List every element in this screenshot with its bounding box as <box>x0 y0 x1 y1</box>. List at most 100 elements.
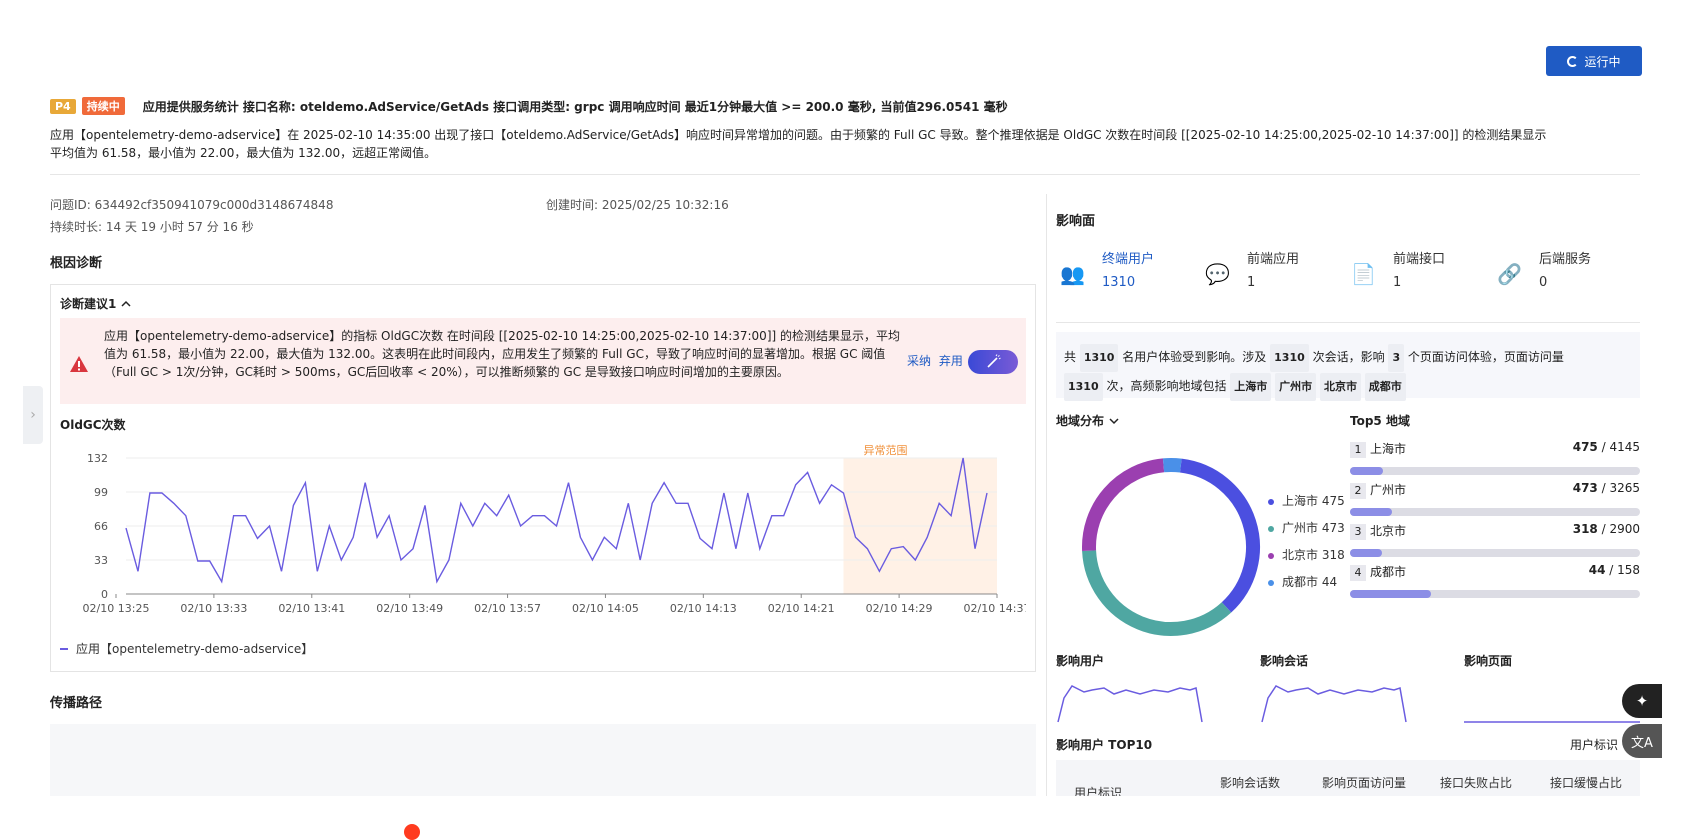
summary-text: 个页面访问体验，页面访问量 <box>1408 350 1564 364</box>
suggestion-title: 诊断建议1 <box>60 295 116 312</box>
desc-line-2: 平均值为 61.58，最小值为 22.00，最大值为 132.00，远超正常阈值… <box>50 144 1640 162</box>
top5-row: 1上海市475 / 4145 <box>1350 440 1640 458</box>
region-name: 北京市 <box>1370 524 1406 538</box>
donut-slice <box>1089 465 1164 550</box>
progress-track <box>1350 508 1640 516</box>
alert-actions: 采纳 弃用 <box>907 352 963 369</box>
legend-region: 上海市 <box>1282 494 1318 508</box>
tab-label: 后端服务 <box>1539 248 1591 267</box>
legend-dot <box>1268 580 1274 586</box>
summary-sessions: 1310 <box>1270 344 1309 372</box>
table-column-header[interactable]: 接口缓慢占比 <box>1550 774 1622 796</box>
x-tick-label: 02/10 13:41 <box>278 602 345 615</box>
x-tick-label: 02/10 13:25 <box>83 602 150 615</box>
side-collapse-tab[interactable]: › <box>23 386 43 444</box>
region-name: 广州市 <box>1370 483 1406 497</box>
priority-badge: P4 <box>50 99 76 114</box>
running-label: 运行中 <box>1584 53 1620 70</box>
sparkle-icon: ✦ <box>1636 692 1649 710</box>
ai-sparkle-button[interactable]: ✦ <box>1622 684 1662 718</box>
summary-text: 共 <box>1064 350 1076 364</box>
rank-badge: 2 <box>1350 483 1366 499</box>
tab-1[interactable]: 前端应用 1 <box>1247 248 1299 290</box>
impact-summary: 共 1310 名用户体验受到影响。涉及 1310 次会话，影响 3 个页面访问体… <box>1064 343 1630 401</box>
y-tick-label: 66 <box>94 520 108 533</box>
document-icon: 📄 <box>1351 262 1376 286</box>
translate-button[interactable]: 文A <box>1622 724 1662 758</box>
legend-value: 475 <box>1322 494 1345 508</box>
tab-value: 1 <box>1247 275 1299 290</box>
legend-label: 应用【opentelemetry-demo-adservice】 <box>76 640 313 657</box>
impact-title: 影响面 <box>1056 210 1095 229</box>
legend-value: 318 <box>1322 548 1345 562</box>
magic-wand-button[interactable] <box>968 350 1018 374</box>
tab-value: 1310 <box>1102 275 1154 290</box>
y-tick-label: 33 <box>94 554 108 567</box>
rank-badge: 4 <box>1350 565 1366 581</box>
region-label: 地域分布 <box>1056 412 1104 429</box>
chart-legend: 应用【opentelemetry-demo-adservice】 <box>60 640 313 657</box>
region-total: 3265 <box>1609 481 1640 495</box>
progress-track <box>1350 590 1640 598</box>
diagnosis-text: 应用【opentelemetry-demo-adservice】的指标 OldG… <box>104 327 904 381</box>
legend-region: 北京市 <box>1282 548 1318 562</box>
problem-title: 应用提供服务统计 接口名称: oteldemo.AdService/GetAds… <box>143 98 1008 115</box>
legend-value: 473 <box>1322 521 1345 535</box>
link-icon: 🔗 <box>1497 262 1522 286</box>
oldgc-chart: 异常范围033669913202/10 13:2502/10 13:3302/1… <box>60 436 1026 620</box>
tab-value: 1 <box>1393 275 1445 290</box>
legend-dot <box>1268 499 1274 505</box>
table-column-header[interactable]: 影响页面访问量 <box>1322 774 1406 796</box>
chevron-up-icon <box>120 299 132 309</box>
donut-legend-item: 广州市 473 <box>1268 519 1345 536</box>
suggestion-toggle[interactable]: 诊断建议1 <box>60 295 132 312</box>
table-column-header[interactable]: 接口失败占比 <box>1440 774 1512 796</box>
propagation-title: 传播路径 <box>50 692 102 711</box>
problem-id: 问题ID: 634492cf350941079c000d3148674848 <box>50 196 333 213</box>
bottom-bar <box>0 796 1684 833</box>
discard-link[interactable]: 弃用 <box>939 354 963 368</box>
rank-badge: 1 <box>1350 442 1366 458</box>
magic-wand-icon <box>985 354 1001 370</box>
y-tick-label: 0 <box>101 588 108 601</box>
donut-slice <box>1181 466 1253 608</box>
summary-users: 1310 <box>1080 344 1119 372</box>
recording-indicator <box>404 824 420 840</box>
accept-link[interactable]: 采纳 <box>907 354 931 368</box>
region-donut <box>1076 452 1266 642</box>
top10-title: 影响用户 TOP10 <box>1056 736 1152 753</box>
region-value: 473 <box>1573 481 1598 495</box>
top10-filter[interactable]: 用户标识 <box>1570 736 1618 753</box>
running-button[interactable]: 运行中 <box>1546 46 1642 76</box>
legend-dot <box>1268 526 1274 532</box>
mini-sessions-chart <box>1260 676 1440 724</box>
summary-text: 名用户体验受到影响。涉及 <box>1122 350 1266 364</box>
users-icon: 👥 <box>1060 262 1085 286</box>
summary-pages: 3 <box>1388 344 1404 372</box>
tab-0[interactable]: 终端用户1310 <box>1102 248 1154 290</box>
problem-description: 应用【opentelemetry-demo-adservice】在 2025-0… <box>50 126 1640 162</box>
x-tick-label: 02/10 13:49 <box>376 602 443 615</box>
legend-swatch <box>60 648 68 650</box>
tab-2[interactable]: 前端接口1 <box>1393 248 1445 290</box>
legend-value: 44 <box>1322 575 1337 589</box>
donut-legend-item: 成都市 44 <box>1268 573 1337 590</box>
region-name: 上海市 <box>1370 442 1406 456</box>
top5-row: 3北京市318 / 2900 <box>1350 522 1640 540</box>
chevron-right-icon: › <box>30 407 36 423</box>
summary-region: 成都市 <box>1365 373 1406 401</box>
region-name: 成都市 <box>1370 565 1406 579</box>
column-divider <box>1046 194 1047 804</box>
root-cause-title: 根因诊断 <box>50 252 102 271</box>
y-tick-label: 99 <box>94 486 108 499</box>
table-column-header[interactable]: 影响会话数 <box>1220 774 1280 796</box>
legend-region: 广州市 <box>1282 521 1318 535</box>
x-tick-label: 02/10 14:37 <box>964 602 1026 615</box>
tab-3[interactable]: 后端服务0 <box>1539 248 1591 290</box>
region-dropdown[interactable]: 地域分布 <box>1056 412 1120 429</box>
donut-slice <box>1089 551 1226 629</box>
progress-fill <box>1350 467 1383 475</box>
x-tick-label: 02/10 14:29 <box>866 602 933 615</box>
tab-label: 前端应用 <box>1247 248 1299 267</box>
region-value: 318 <box>1573 522 1598 536</box>
